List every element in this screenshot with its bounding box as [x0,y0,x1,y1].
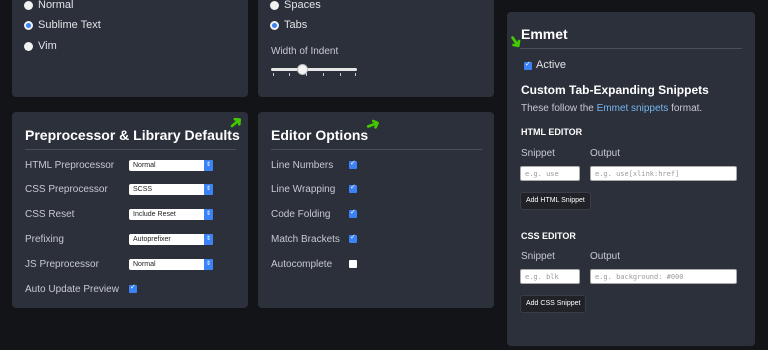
emmet-snippets-link[interactable]: Emmet snippets [597,103,669,114]
css-reset-select[interactable]: Include Reset ⇕ [129,209,213,220]
emmet-subtitle: Custom Tab-Expanding Snippets [521,83,709,97]
html-preprocessor-select[interactable]: Normal ⇕ [129,160,213,171]
indent-width-label: Width of Indent [271,46,339,57]
css-snippet-input[interactable]: e.g. blk [520,269,580,284]
match-brackets-checkbox[interactable] [349,233,357,243]
keybinding-sublime-radio[interactable]: Sublime Text [24,19,101,31]
html-output-label: Output [590,148,621,159]
emmet-active-label: Active [536,59,566,71]
auto-update-checkbox[interactable] [129,283,137,293]
autocomplete-checkbox[interactable] [349,260,357,268]
css-editor-heading: CSS EDITOR [521,231,576,241]
keybinding-vim-radio[interactable]: Vim [24,40,57,52]
radio-icon [24,41,33,51]
keybinding-normal-radio[interactable]: Normal [24,0,73,11]
slider-tick [273,73,274,76]
autocomplete-label: Autocomplete [271,259,333,270]
select-caret-icon: ⇕ [204,160,213,171]
add-html-snippet-button[interactable]: Add HTML Snippet [520,192,591,210]
html-snippet-label: Snippet [521,148,555,159]
code-folding-checkbox[interactable] [349,208,357,218]
prefixing-label: Prefixing [25,234,64,245]
select-caret-icon: ⇕ [204,259,213,270]
line-numbers-checkbox[interactable] [349,159,357,169]
html-preprocessor-label: HTML Preprocessor [25,160,115,171]
slider-tick [340,73,341,76]
editor-options-title: Editor Options [271,127,369,143]
match-brackets-label: Match Brackets [271,234,340,245]
radio-selected-icon [24,20,33,30]
indent-tabs-radio[interactable]: Tabs [270,19,307,31]
emmet-active-checkbox[interactable] [524,60,532,70]
emmet-title: Emmet [521,26,568,42]
html-editor-heading: HTML EDITOR [521,127,583,137]
slider-tick [323,73,324,76]
css-output-input[interactable]: e.g. background: #000 [590,269,737,284]
js-preprocessor-select[interactable]: Normal ⇕ [129,259,213,270]
code-folding-label: Code Folding [271,209,331,220]
indent-width-slider[interactable] [271,68,357,71]
auto-update-label: Auto Update Preview [25,284,119,295]
slider-tick [355,73,356,76]
select-caret-icon: ⇕ [204,234,213,245]
prefixing-select[interactable]: Autoprefixer ⇕ [129,234,213,245]
slider-thumb[interactable] [297,64,308,75]
html-output-input[interactable]: e.g. use[xlink:href] [590,166,737,181]
radio-icon [24,0,33,10]
line-wrapping-checkbox[interactable] [349,183,357,193]
slider-tick [289,73,290,76]
css-output-label: Output [590,251,621,262]
css-snippet-label: Snippet [521,251,555,262]
preprocessor-title: Preprocessor & Library Defaults [25,127,240,143]
css-reset-label: CSS Reset [25,209,75,220]
divider [271,149,482,150]
select-caret-icon: ⇕ [204,184,213,195]
divider [25,149,236,150]
emmet-description: These follow the Emmet snippets format. [521,103,703,114]
js-preprocessor-label: JS Preprocessor [25,259,99,270]
line-numbers-label: Line Numbers [271,160,334,171]
divider [520,48,742,49]
css-preprocessor-label: CSS Preprocessor [25,184,108,195]
select-caret-icon: ⇕ [204,209,213,220]
radio-selected-icon [270,20,279,30]
radio-icon [270,0,279,10]
html-snippet-input[interactable]: e.g. use [520,166,580,181]
css-preprocessor-select[interactable]: SCSS ⇕ [129,184,213,195]
add-css-snippet-button[interactable]: Add CSS Snippet [520,295,587,313]
indent-spaces-radio[interactable]: Spaces [270,0,321,11]
line-wrapping-label: Line Wrapping [271,184,336,195]
